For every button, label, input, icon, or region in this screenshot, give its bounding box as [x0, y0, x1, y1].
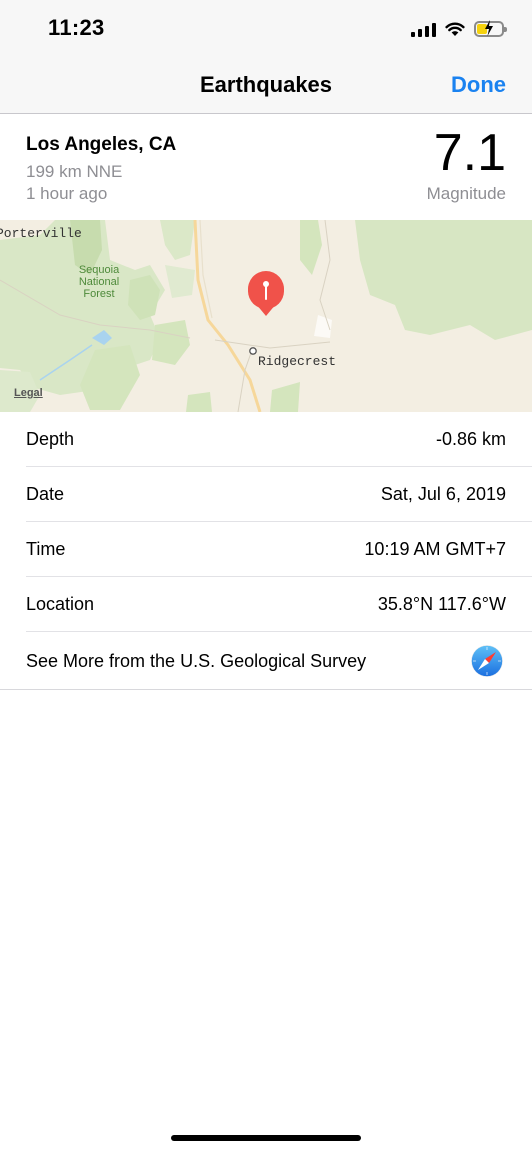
see-more-label: See More from the U.S. Geological Survey — [26, 651, 367, 671]
map-legal-link[interactable]: Legal — [14, 387, 43, 399]
safari-compass-icon — [470, 644, 504, 678]
depth-label: Depth — [26, 429, 75, 449]
see-more-usgs-link[interactable]: See More from the U.S. Geological Survey — [0, 632, 532, 690]
place-name: Los Angeles, CA — [26, 134, 177, 155]
depth-value: -0.86 km — [435, 429, 506, 449]
detail-row-date: Date Sat, Jul 6, 2019 — [26, 467, 532, 522]
map-view[interactable]: Porterville Sequoia National Forest Ridg… — [0, 220, 532, 412]
date-label: Date — [26, 484, 65, 504]
earthquake-summary: Los Angeles, CA 199 km NNE 1 hour ago 7.… — [0, 114, 532, 220]
map-label-ridgecrest: Ridgecrest — [258, 354, 336, 369]
detail-row-location: Location 35.8°N 117.6°W — [26, 577, 532, 632]
map-label-national: National — [79, 276, 119, 288]
magnitude-value: 7.1 — [433, 124, 506, 182]
status-bar: 11:23 — [0, 0, 532, 60]
detail-row-depth: Depth -0.86 km — [26, 412, 532, 467]
magnitude-label: Magnitude — [426, 184, 506, 203]
wifi-icon — [445, 22, 465, 36]
time-label: Time — [26, 539, 66, 559]
map-label-porterville: Porterville — [0, 226, 82, 241]
time-value: 10:19 AM GMT+7 — [364, 539, 506, 559]
done-button[interactable]: Done — [451, 72, 506, 98]
city-dot — [249, 347, 257, 355]
map-label-sequoia: Sequoia — [79, 264, 120, 276]
time-ago-text: 1 hour ago — [26, 184, 108, 203]
navigation-bar: Earthquakes Done — [0, 60, 532, 114]
home-indicator[interactable] — [171, 1135, 361, 1141]
location-label: Location — [26, 594, 95, 614]
cellular-signal-icon — [411, 21, 436, 37]
map-label-forest: Forest — [83, 288, 114, 300]
detail-row-time: Time 10:19 AM GMT+7 — [26, 522, 532, 577]
status-time: 11:23 — [48, 15, 105, 40]
battery-charging-icon — [474, 20, 507, 37]
status-icons — [411, 18, 507, 40]
date-value: Sat, Jul 6, 2019 — [380, 484, 506, 504]
location-value: 35.8°N 117.6°W — [377, 594, 506, 614]
distance-text: 199 km NNE — [26, 162, 123, 181]
details-list: Depth -0.86 km Date Sat, Jul 6, 2019 Tim… — [0, 412, 532, 690]
